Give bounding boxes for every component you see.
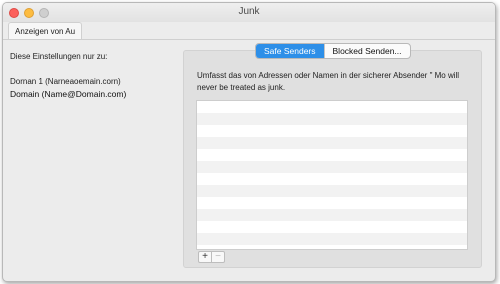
tab-blocked-senders[interactable]: Blocked Senden... [323, 44, 410, 58]
safe-senders-description: Umfasst das von Adressen oder Namen in d… [197, 71, 460, 92]
safe-senders-list[interactable] [196, 100, 468, 250]
toolbar-divider [3, 39, 495, 40]
account-name[interactable]: Dornan 1 (Narneaoemain.corn) [10, 77, 170, 86]
senders-segmented-control: Safe Senders Blocked Senden... [255, 43, 411, 59]
list-controls: + − [198, 251, 225, 263]
title-bar: Junk [3, 3, 495, 22]
settings-scope-label: Diese Einstellungen nur zu: [10, 52, 108, 61]
account-pane: Diese Einstellungen nur zu: Dornan 1 (Na… [10, 52, 170, 99]
window-title: Junk [238, 6, 260, 17]
account-address[interactable]: Domain (Name@Domain.com) [10, 89, 170, 99]
tab-safe-senders[interactable]: Safe Senders [256, 44, 324, 58]
toolbar-tab-anzeigen[interactable]: Anzeigen von Au [8, 22, 83, 40]
add-sender-button[interactable]: + [198, 251, 212, 263]
remove-sender-button[interactable]: − [212, 251, 225, 263]
